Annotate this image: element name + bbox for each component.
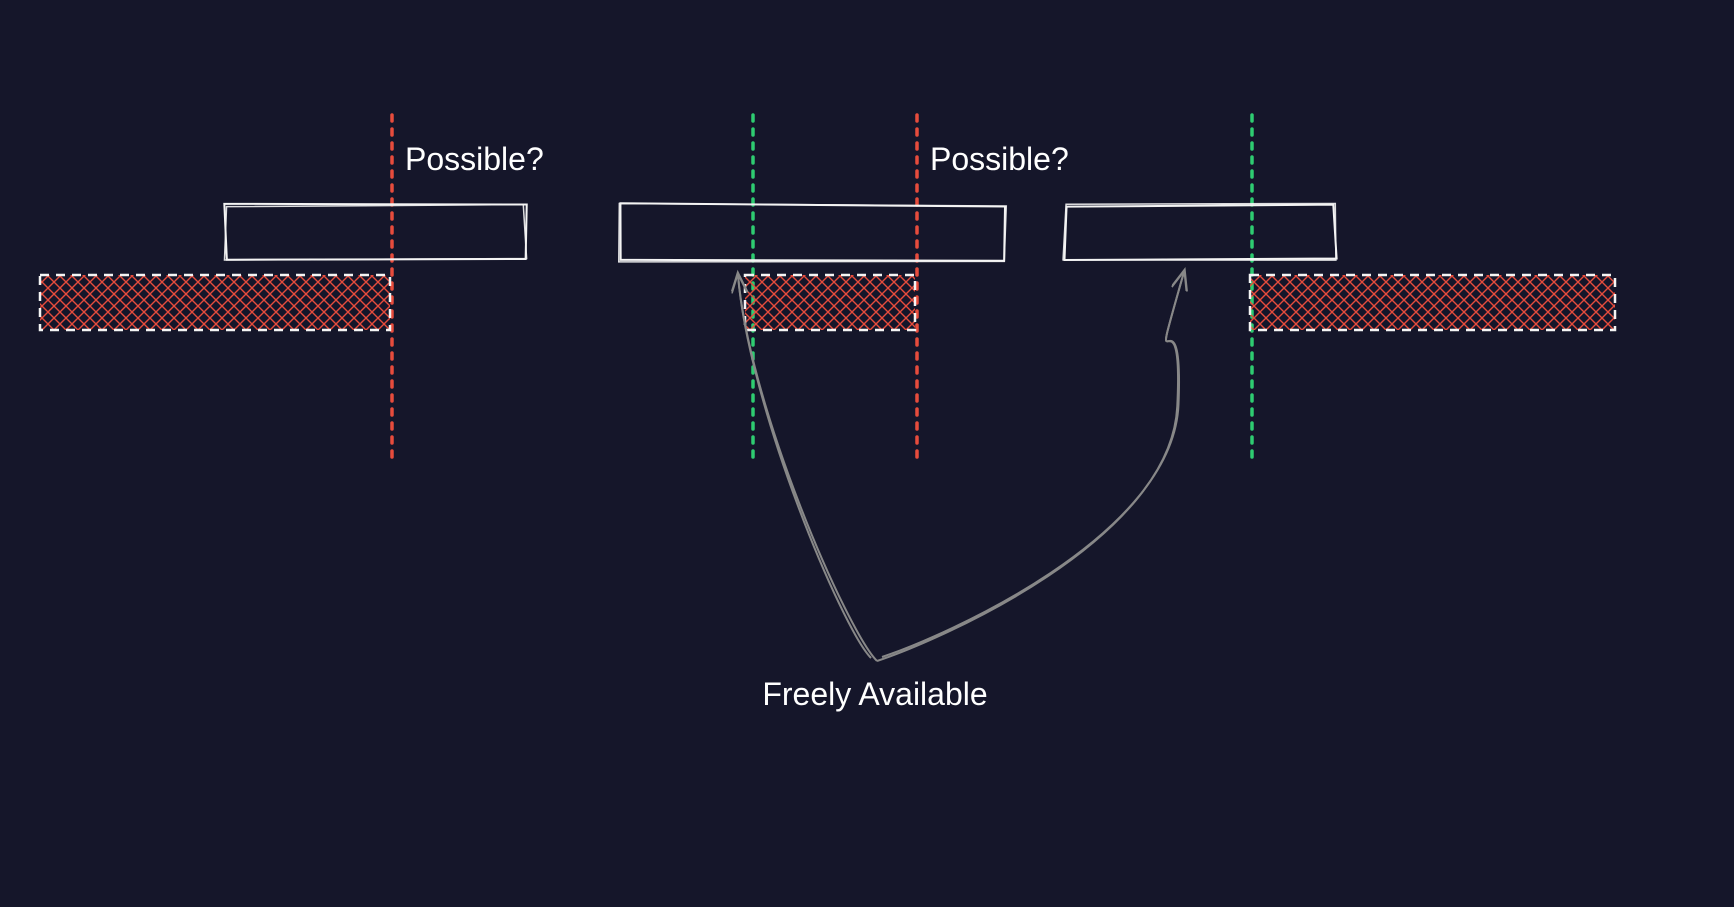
hatched-box-fill	[745, 275, 915, 330]
label-possible-right: Possible?	[930, 141, 1069, 177]
hatched-box-fill	[1250, 275, 1615, 330]
arrow-to-box-a	[738, 275, 871, 658]
arrows	[738, 272, 1184, 661]
white-box	[1064, 205, 1336, 260]
white-box	[620, 203, 1005, 261]
white-box-overstroke	[1063, 203, 1336, 260]
white-box-overstroke	[619, 203, 1007, 261]
white-box-overstroke	[224, 205, 526, 260]
hatched-box-fill	[40, 275, 390, 330]
arrow-to-box-a	[738, 275, 877, 661]
arrow-to-box-b	[882, 272, 1184, 657]
white-box	[224, 204, 526, 260]
hatched-boxes	[40, 275, 1615, 330]
arrow-to-box-b	[877, 272, 1184, 661]
label-freely-available: Freely Available	[762, 676, 987, 712]
label-possible-left: Possible?	[405, 141, 544, 177]
